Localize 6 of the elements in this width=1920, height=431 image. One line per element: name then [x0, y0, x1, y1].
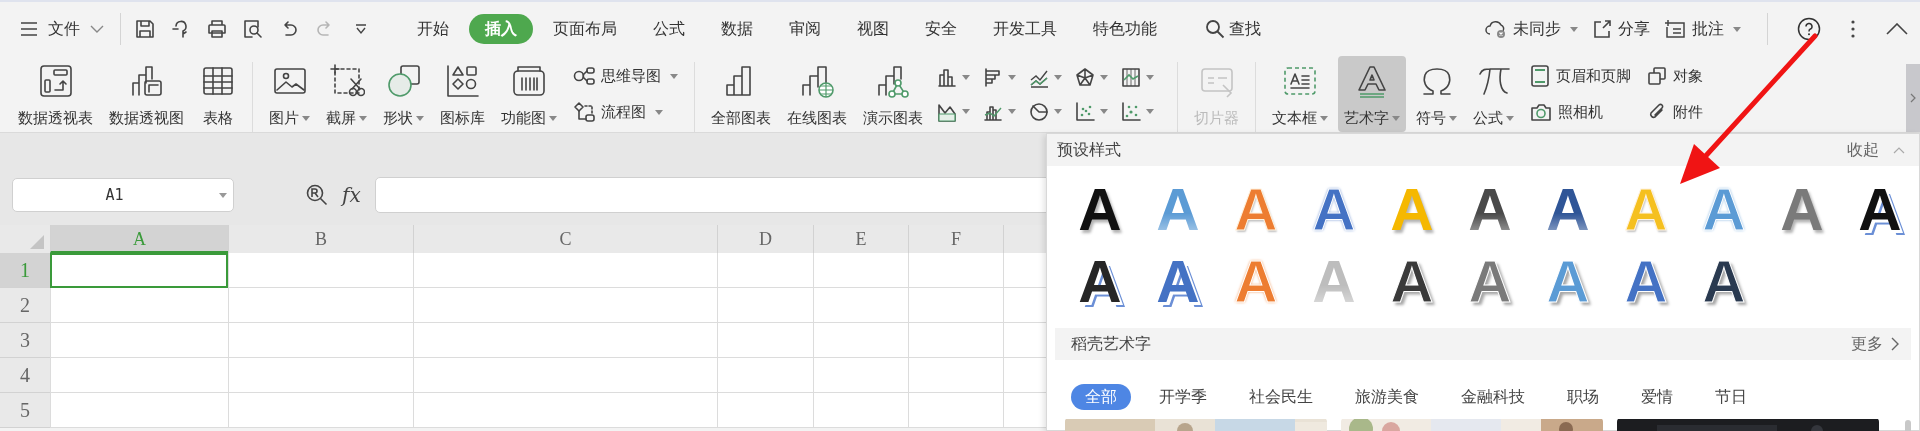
section-title: 稻壳艺术字	[1071, 333, 1151, 355]
section-title: 预设样式	[1057, 139, 1121, 161]
action-label: 未同步	[1513, 18, 1561, 40]
action-label: 分享	[1618, 18, 1650, 40]
search-label: 查找	[1229, 18, 1261, 40]
action-label: 批注	[1692, 18, 1724, 40]
